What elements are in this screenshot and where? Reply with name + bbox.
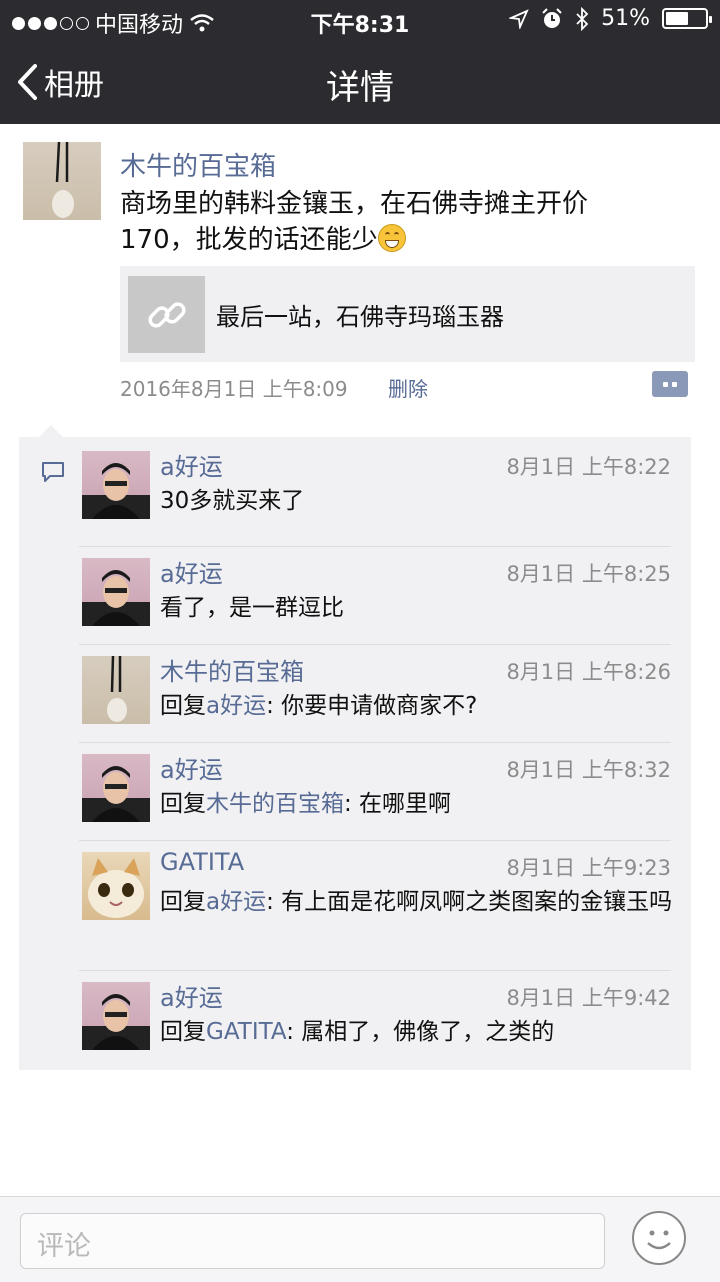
- comment-divider: [79, 644, 671, 645]
- comment-action-button[interactable]: [652, 371, 688, 397]
- status-right: 51%: [509, 6, 712, 31]
- comment-text: 回复a好运: 你要申请做商家不?: [160, 690, 680, 723]
- shared-link-card[interactable]: 最后一站，石佛寺玛瑙玉器: [120, 266, 695, 362]
- comment-text: 回复a好运: 有上面是花啊凤啊之类图案的金镶玉吗: [160, 886, 680, 919]
- location-icon: [509, 8, 529, 29]
- comment-text: 30多就买来了: [160, 485, 680, 518]
- post-text-line1: 商场里的韩料金镶玉，在石佛寺摊主开价: [120, 189, 589, 219]
- post-text-line2: 170，批发的话还能少: [120, 225, 378, 255]
- comment-body: : 有上面是花啊凤啊之类图案的金镶玉吗: [266, 889, 673, 915]
- comment-divider: [79, 840, 671, 841]
- comment-text: 看了，是一群逗比: [160, 592, 680, 625]
- comment-time: 8月1日 上午8:26: [506, 660, 671, 684]
- alarm-icon: [542, 7, 562, 28]
- link-icon: [147, 301, 186, 328]
- reply-prefix: 回复: [160, 889, 206, 915]
- commenter-avatar[interactable]: [82, 558, 150, 626]
- commenter-name[interactable]: GATITA: [160, 848, 244, 876]
- status-bar: 中国移动 下午8:31 51%: [0, 0, 720, 40]
- comment-divider: [79, 742, 671, 743]
- commenter-avatar[interactable]: [82, 852, 150, 920]
- comment-body: 看了，是一群逗比: [160, 595, 344, 621]
- author-avatar[interactable]: [23, 142, 101, 220]
- post-timestamp: 2016年8月1日 上午8:09: [120, 377, 348, 401]
- link-title: 最后一站，石佛寺玛瑙玉器: [216, 303, 504, 331]
- comment-input-bar: 评论: [0, 1196, 720, 1282]
- comment-time: 8月1日 上午8:25: [506, 562, 671, 586]
- battery-percent: 51%: [601, 6, 650, 31]
- commenter-name[interactable]: a好运: [160, 447, 223, 482]
- reply-target[interactable]: a好运: [206, 693, 266, 719]
- reply-prefix: 回复: [160, 791, 206, 817]
- comments-section: a好运 8月1日 上午8:22 30多就买来了 a好运 8月1日 上午8:25 看了，是一…: [19, 425, 691, 1070]
- nav-bar: 相册 详情: [0, 40, 720, 124]
- post-text: 商场里的韩料金镶玉，在石佛寺摊主开价 170，批发的话还能少: [120, 186, 680, 258]
- battery-icon: [662, 8, 712, 29]
- comment-text: 回复GATITA: 属相了，佛像了，之类的: [160, 1016, 680, 1049]
- reply-target[interactable]: 木牛的百宝箱: [206, 791, 344, 817]
- comment-body: : 在哪里啊: [344, 791, 452, 817]
- top-bar: 中国移动 下午8:31 51% 相册 详情: [0, 0, 720, 124]
- reply-target[interactable]: GATITA: [206, 1019, 286, 1045]
- comment-text: 回复木牛的百宝箱: 在哪里啊: [160, 788, 680, 821]
- comment-time: 8月1日 上午9:23: [506, 856, 671, 880]
- comment-body: : 你要申请做商家不?: [266, 693, 478, 719]
- comment-divider: [79, 970, 671, 971]
- jade-pendant-image: [52, 142, 74, 218]
- comment-divider: [79, 546, 671, 547]
- comment-body: : 属相了，佛像了，之类的: [286, 1019, 555, 1045]
- commenter-avatar[interactable]: [82, 451, 150, 519]
- reply-target[interactable]: a好运: [206, 889, 266, 915]
- comment-body: 30多就买来了: [160, 488, 305, 514]
- delete-button[interactable]: 删除: [388, 373, 428, 402]
- commenter-avatar[interactable]: [82, 656, 150, 724]
- commenter-name[interactable]: 木牛的百宝箱: [160, 652, 304, 687]
- grin-emoji-icon: [377, 224, 406, 252]
- reply-prefix: 回复: [160, 693, 206, 719]
- reply-prefix: 回复: [160, 1019, 206, 1045]
- commenter-name[interactable]: a好运: [160, 750, 223, 785]
- commenter-avatar[interactable]: [82, 982, 150, 1050]
- smiley-icon: [647, 1230, 671, 1250]
- emoji-button[interactable]: [632, 1211, 686, 1265]
- comment-input[interactable]: 评论: [20, 1213, 605, 1269]
- link-thumbnail: [128, 276, 205, 353]
- comment-time: 8月1日 上午8:32: [506, 758, 671, 782]
- commenter-name[interactable]: a好运: [160, 978, 223, 1013]
- comment-icon: [42, 462, 64, 482]
- page-title: 详情: [326, 68, 394, 108]
- commenter-name[interactable]: a好运: [160, 554, 223, 589]
- comment-time: 8月1日 上午8:22: [506, 455, 671, 479]
- bluetooth-icon: [576, 6, 589, 31]
- comment-time: 8月1日 上午9:42: [506, 986, 671, 1010]
- post-author[interactable]: 木牛的百宝箱: [120, 146, 276, 183]
- commenter-avatar[interactable]: [82, 754, 150, 822]
